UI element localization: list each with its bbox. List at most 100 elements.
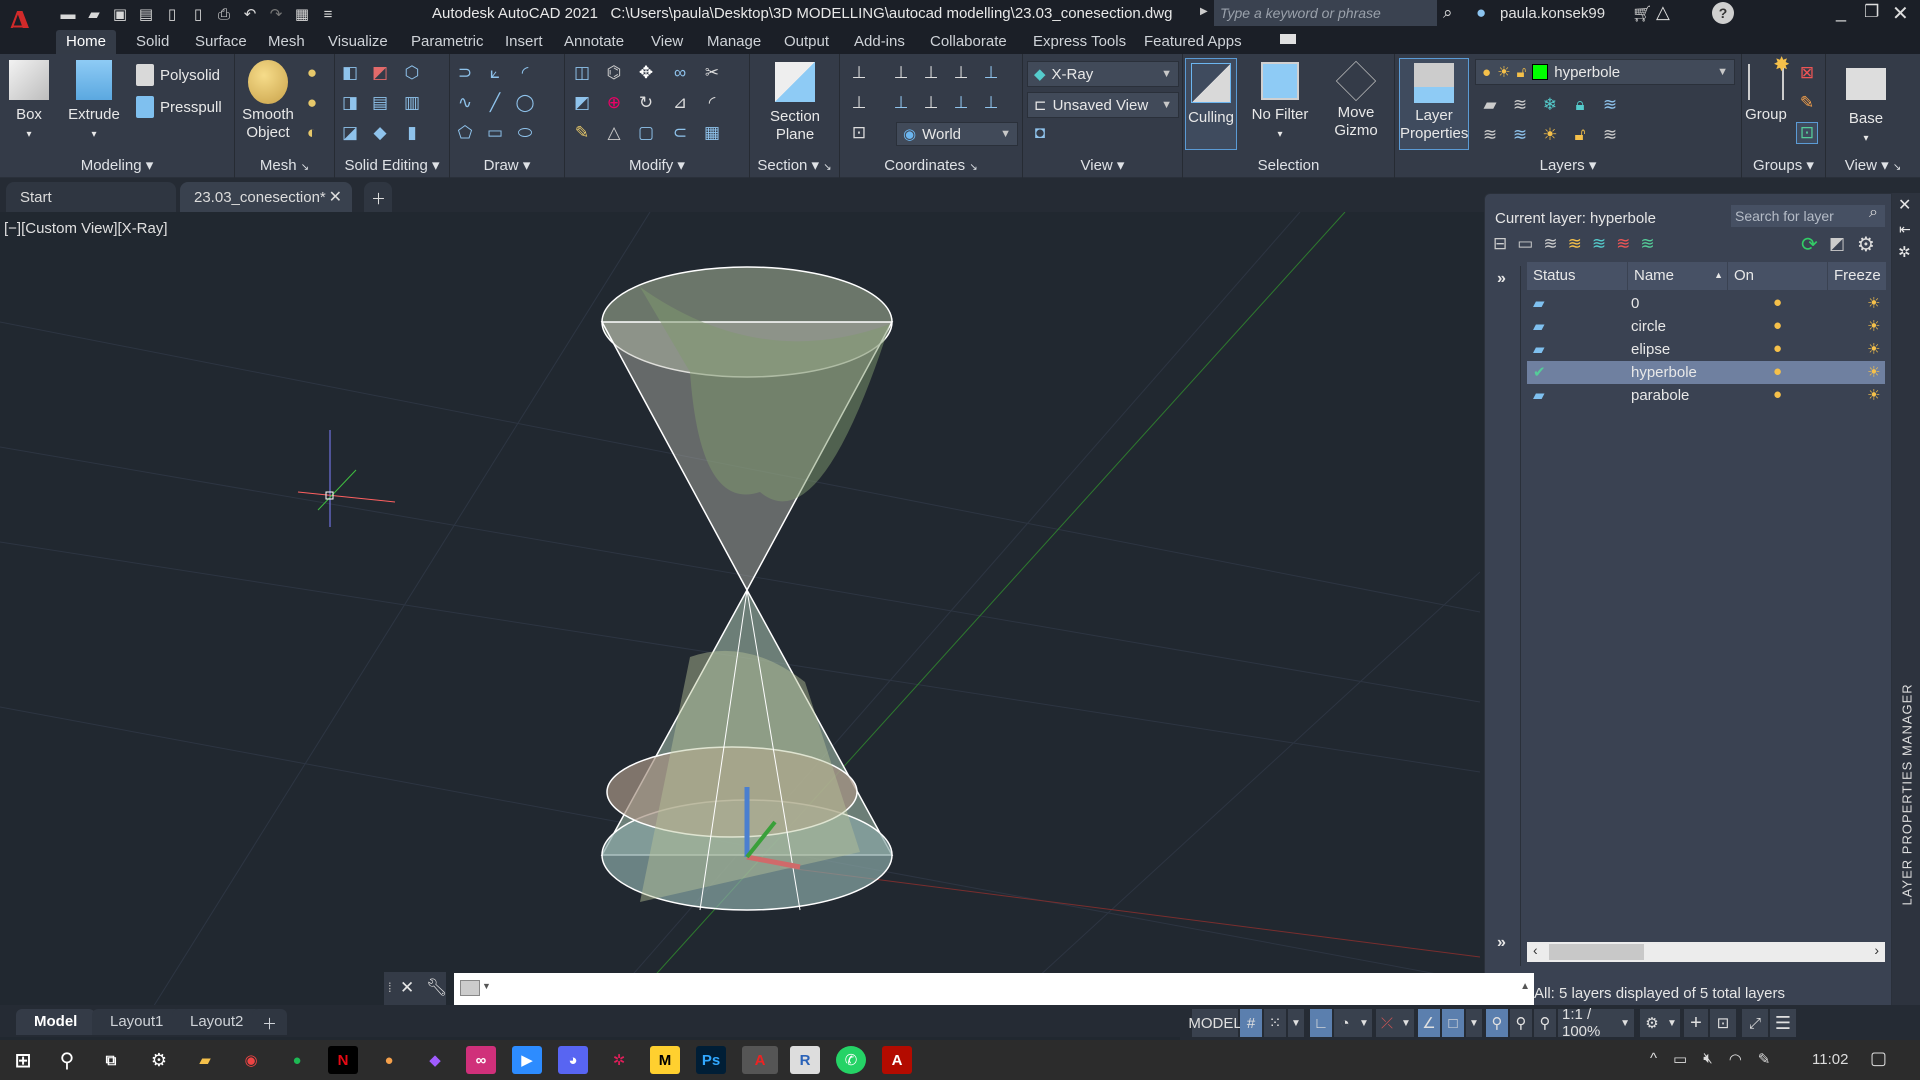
open-icon[interactable]: ▰ (84, 4, 104, 24)
box-button[interactable]: Box ▾ (6, 60, 52, 144)
panel-title-modeling[interactable]: Modeling ▾ (0, 154, 234, 178)
slice-icon[interactable]: ▤ (369, 92, 391, 114)
stretch-icon[interactable]: ⊿ (669, 92, 691, 114)
doc-tab-start[interactable]: Start (6, 182, 176, 212)
clock[interactable]: 11:02 (1812, 1051, 1848, 1068)
layer-on-bulb-icon[interactable]: ● (1773, 294, 1782, 311)
tab-insert[interactable]: Insert (495, 30, 553, 54)
palette-properties-icon[interactable]: ✲ (1898, 243, 1911, 261)
layer-on-bulb-icon[interactable]: ● (1773, 340, 1782, 357)
tab-model[interactable]: Model (16, 1009, 96, 1035)
tab-layout2[interactable]: Layout2 (172, 1009, 262, 1035)
ucs-world-icon[interactable]: ⊥ (980, 62, 1002, 84)
no-filter-button[interactable]: No Filter ▾ (1245, 62, 1315, 144)
rectangle-icon[interactable]: ▭ (484, 122, 506, 144)
layer-lock-icon[interactable]: 🔒︎ (1569, 94, 1591, 116)
ribbon-minimize-icon[interactable] (1280, 34, 1296, 44)
plot-icon[interactable]: ⎙ (214, 4, 234, 24)
chrome-icon[interactable]: ◉ (236, 1046, 266, 1074)
autodesk-app-icon[interactable]: △ (1656, 2, 1670, 23)
tab-express-tools[interactable]: Express Tools (1023, 30, 1136, 54)
move-icon[interactable]: ✥ (635, 62, 657, 84)
3d-align-icon[interactable]: ◩ (571, 92, 593, 114)
intersect-icon[interactable]: ◨ (339, 92, 361, 114)
group-button[interactable]: ✸ Group (1744, 55, 1790, 124)
snap-dropdown-icon[interactable]: ▼ (1288, 1009, 1304, 1037)
revit-icon[interactable]: R (790, 1046, 820, 1074)
layer-on-bulb-icon[interactable]: ● (1773, 386, 1782, 403)
layer-properties-button[interactable]: Layer Properties (1399, 58, 1469, 150)
object-snap-icon[interactable]: □ (1442, 1009, 1464, 1037)
search-expand-icon[interactable]: ▶ (1200, 6, 1208, 17)
user-name[interactable]: paula.konsek99 (1500, 5, 1605, 22)
layer-row[interactable]: ✔ hyperbole ● ☀ (1527, 361, 1885, 384)
ucs-icon-properties-icon[interactable]: ⊡ (848, 122, 870, 144)
panel-title-modify[interactable]: Modify ▾ (565, 154, 749, 178)
extrude-faces-icon[interactable]: ▥ (401, 92, 423, 114)
ucs-3point-icon[interactable]: ⊥ (980, 92, 1002, 114)
slack-icon[interactable]: ✲ (604, 1046, 634, 1074)
tab-visualize[interactable]: Visualize (318, 30, 398, 54)
customize-status-icon[interactable]: ☰ (1770, 1009, 1796, 1037)
undo-icon[interactable]: ↶ (240, 4, 260, 24)
panel-title-mesh[interactable]: Mesh ↘ (235, 154, 334, 178)
auto-scale-icon[interactable]: ⚲ (1510, 1009, 1532, 1037)
command-expand-icon[interactable]: ▲ (1520, 981, 1530, 992)
group-edit-icon[interactable]: ✎ (1796, 92, 1818, 114)
scale-icon[interactable]: ▢ (635, 122, 657, 144)
isolate-objects-icon[interactable]: ⊡ (1710, 1009, 1736, 1037)
creative-cloud-icon[interactable]: ∞ (466, 1046, 496, 1074)
clean-screen-icon[interactable]: ⤢ (1742, 1009, 1768, 1037)
3d-rotate-icon[interactable]: ⊕ (603, 92, 625, 114)
visual-style-dropdown[interactable]: ◆ X-Ray ▼ (1027, 61, 1179, 87)
viewcube-icon[interactable]: ◘ (1029, 122, 1051, 144)
isodraft-icon[interactable]: ⤫ (1376, 1009, 1398, 1037)
tab-mesh[interactable]: Mesh (258, 30, 315, 54)
ortho-toggle-icon[interactable]: ∟ (1310, 1009, 1332, 1037)
start-icon[interactable]: ⊞ (8, 1046, 38, 1074)
layer-row[interactable]: ▰ 0 ● ☀ (1527, 292, 1885, 315)
section-plane-button[interactable]: Section Plane (760, 62, 830, 144)
close-palette-icon[interactable]: ✕ (1898, 195, 1911, 215)
zoom-icon[interactable]: ▶ (512, 1046, 542, 1074)
acrobat-icon[interactable]: A (882, 1046, 912, 1074)
layer-freeze-sun-icon[interactable]: ☀ (1867, 317, 1880, 335)
3d-scale-icon[interactable]: △ (603, 122, 625, 144)
viewport-controls[interactable]: [−][Custom View][X-Ray] (4, 220, 168, 237)
annotation-monitor-icon[interactable]: + (1684, 1009, 1708, 1037)
layer-walk-icon[interactable]: ≋ (1599, 124, 1621, 146)
ucs-previous-icon[interactable]: ⊥ (890, 62, 912, 84)
help-icon[interactable]: ? (1712, 2, 1734, 24)
panel-title-view[interactable]: View ▾ (1023, 154, 1182, 178)
move-gizmo-button[interactable]: Move Gizmo (1323, 60, 1389, 140)
new-layout-button[interactable]: ＋ (252, 1009, 288, 1035)
search-taskbar-icon[interactable]: ⚲ (52, 1046, 82, 1074)
command-grip-icon[interactable]: ⁞ (388, 980, 392, 995)
close-window-icon[interactable]: ✕ (1892, 1, 1909, 26)
panel-title-view-base[interactable]: View ▾ ↘ (1826, 154, 1920, 178)
scroll-right-icon[interactable]: › (1874, 942, 1879, 958)
annotation-visibility-icon[interactable]: ⚲ (1486, 1009, 1508, 1037)
spotify-icon[interactable]: ● (282, 1046, 312, 1074)
named-view-dropdown[interactable]: ⊏ Unsaved View ▼ (1027, 92, 1179, 118)
arc-icon[interactable]: ◜ (514, 62, 536, 84)
tray-expand-icon[interactable]: ^ (1650, 1050, 1657, 1068)
interfere-icon[interactable]: ◪ (339, 122, 361, 144)
command-input[interactable] (492, 977, 1492, 1001)
helix-icon[interactable]: ⟀ (484, 62, 506, 84)
scroll-thumb[interactable] (1549, 944, 1644, 960)
panel-title-coordinates[interactable]: Coordinates ↘ (840, 154, 1022, 178)
panel-title-draw[interactable]: Draw ▾ (450, 154, 564, 178)
layer-freeze-sun-icon[interactable]: ☀ (1867, 294, 1880, 312)
help-search-input[interactable]: Type a keyword or phrase (1214, 0, 1437, 26)
redo-icon[interactable]: ↷ (266, 4, 286, 24)
netflix-icon[interactable]: N (328, 1046, 358, 1074)
auto-hide-icon[interactable]: ⇤ (1899, 221, 1911, 238)
tab-manage[interactable]: Manage (697, 30, 771, 54)
tab-view[interactable]: View (641, 30, 693, 54)
scroll-left-icon[interactable]: ‹ (1533, 942, 1538, 958)
thaw-all-icon[interactable]: ☀ (1539, 124, 1561, 146)
trim-icon[interactable]: ✂ (701, 62, 723, 84)
spline-icon[interactable]: ∿ (454, 92, 476, 114)
drawing-viewport[interactable]: [−][Custom View][X-Ray] (0, 212, 1480, 1012)
